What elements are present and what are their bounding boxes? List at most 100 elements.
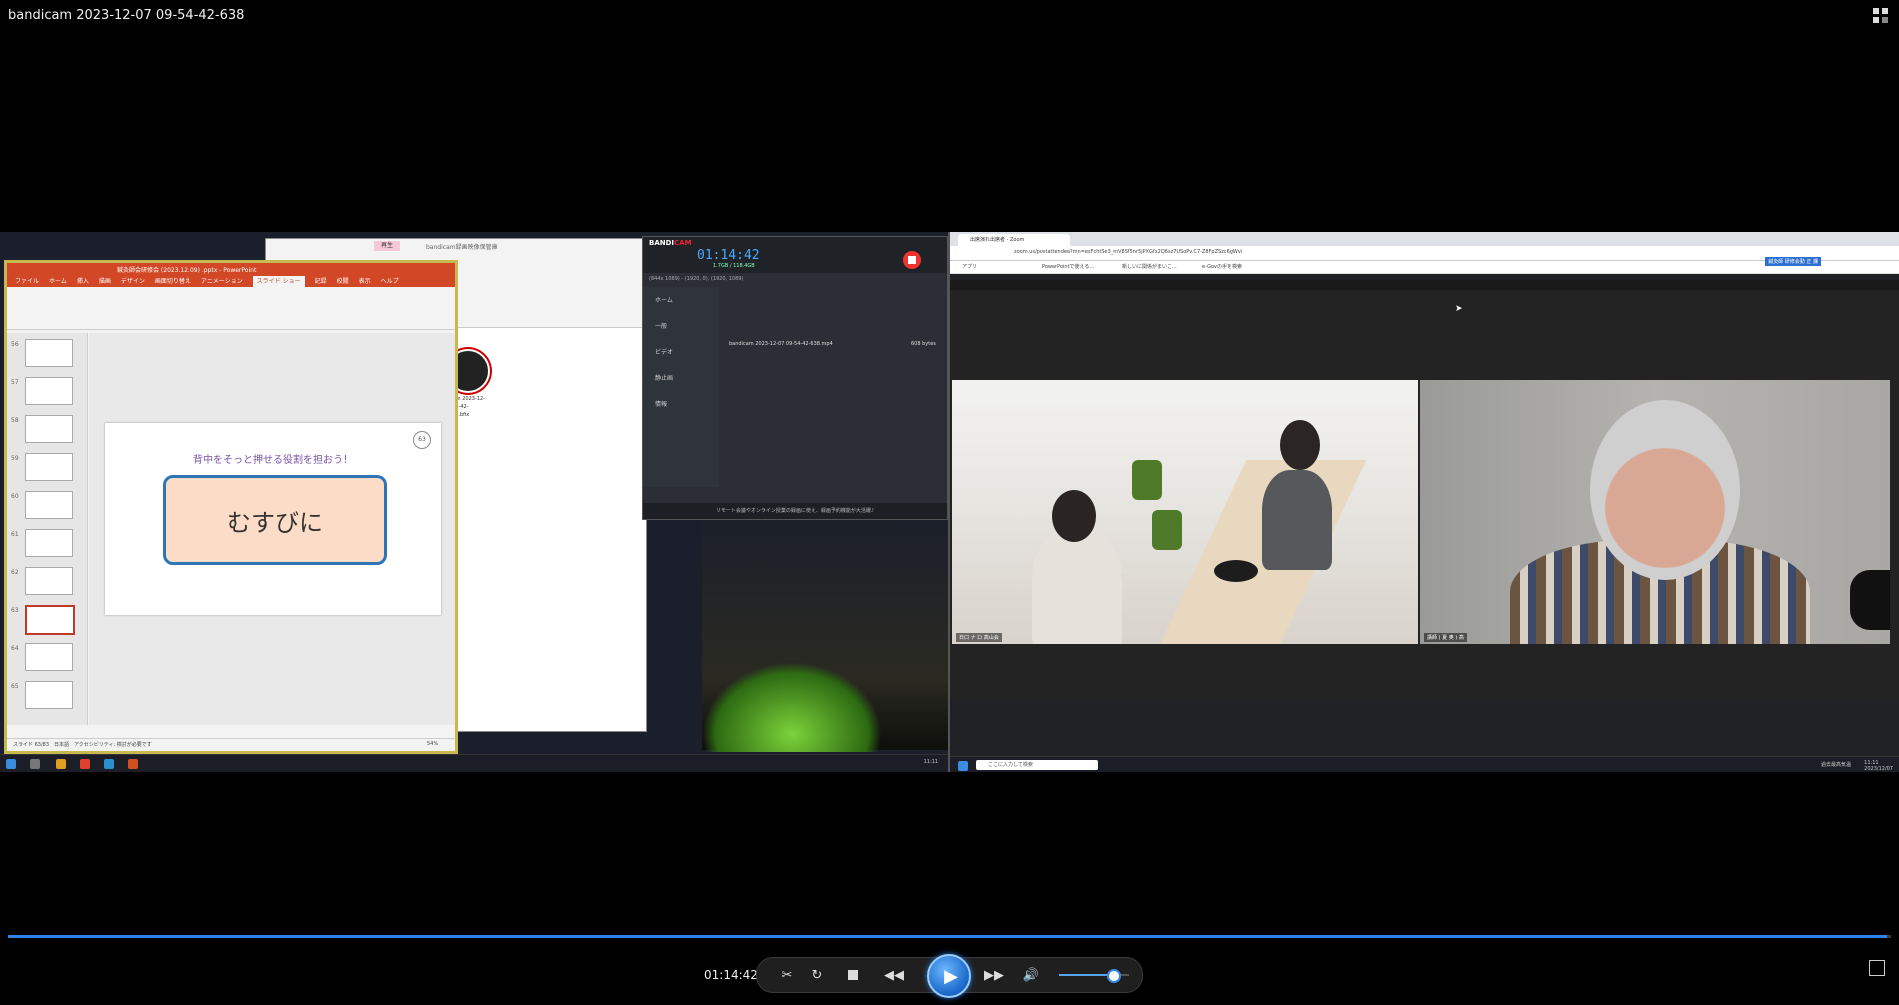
ppt-title: 鍼灸師会研修会 (2023.12.09) .pptx - PowerPoint [117, 267, 257, 274]
taskbar-clock: 11:11 2023/12/07 [1864, 760, 1893, 772]
ppt-tab: デザイン [120, 278, 145, 285]
chair [1152, 510, 1182, 550]
speakerphone [1214, 560, 1258, 582]
repeat-icon: ↻ [811, 967, 823, 983]
slide-thumbnails: 56 57 58 59 60 61 62 63 64 65 [7, 333, 88, 725]
thumb-number: 59 [11, 455, 19, 462]
taskbar-search-icon [30, 759, 40, 769]
explorer-title: bandicam録画映像保管庫 [426, 244, 498, 251]
ppt-ribbon-tabs: ファイル ホーム 挿入 描画 デザイン 画面切り替え アニメーション スライド ショー 記録 校閲… [7, 276, 455, 287]
bookmark-item: e-Govの手を検索 [1202, 264, 1242, 270]
volume-slider-fill [1059, 974, 1112, 976]
person-left-head [1052, 490, 1096, 542]
thumb-number: 58 [11, 417, 19, 424]
repeat-button[interactable]: ↻ [807, 965, 827, 985]
ppt-tab: 挿入 [76, 278, 89, 285]
recording-badge: 鍼灸師 研修会勤 正 課 [1765, 257, 1821, 266]
slide-area: 63 背中をそっと押せる役割を担おう！ むすびに [89, 333, 455, 725]
video-tile-room: 日口 ナ ロ 高山会 [952, 380, 1418, 644]
slide-thumbnail [25, 415, 73, 443]
slide-main-text: むすびに [163, 475, 387, 565]
bookmark-item: 新しいに関係がまいこ... [1122, 264, 1177, 270]
bandicam-resolution: (844x 1089) - (1920, 0), (1920, 1089) [649, 276, 744, 282]
video-frame[interactable]: 再生 bandicam録画映像保管庫 bandicam 2023-12-07 0… [0, 232, 1899, 772]
bandicam-logo-b: CAM [674, 239, 692, 247]
restore-window-icon[interactable] [1873, 8, 1889, 24]
mouse-cursor-icon: ➤ [1455, 304, 1463, 314]
bookmark-item: アプリ [962, 264, 978, 270]
rewind-button[interactable]: ◀◀ [879, 965, 909, 985]
play-icon: ▶ [944, 965, 958, 987]
powerpoint-window: 鍼灸師会研修会 (2023.12.09) .pptx - PowerPoint … [4, 260, 458, 754]
slide-thumbnail [25, 529, 73, 557]
taskbar-ppt-icon [128, 759, 138, 769]
left-monitor: 再生 bandicam録画映像保管庫 bandicam 2023-12-07 0… [0, 232, 948, 772]
ppt-tab: スライド ショー [252, 276, 305, 287]
current-slide: 63 背中をそっと押せる役割を担おう！ むすびに [105, 423, 441, 615]
fullscreen-icon[interactable] [1869, 960, 1885, 976]
bandicam-sidebar: ホーム 一般 ビデオ 静止画 情報 [643, 287, 719, 487]
slide-thumbnail [25, 377, 73, 405]
ppt-tab: 画面切り替え [154, 278, 191, 285]
video-tile-speaker: 講師 ( 夏 奥 ) 高 [1420, 380, 1890, 644]
bandicam-file-size: 608 bytes [911, 341, 936, 347]
slide-heading: 背中をそっと押せる役割を担おう！ [193, 455, 353, 466]
stop-button[interactable] [843, 965, 863, 985]
ppt-tab: ホーム [49, 278, 67, 285]
tent-image [702, 662, 882, 752]
video2-label: 講師 ( 夏 奥 ) 高 [1424, 633, 1467, 642]
volume-button[interactable]: 🔊 [1021, 965, 1041, 985]
browser-tab: 出席演れ出席者 - Zoom [958, 234, 1070, 246]
ppt-titlebar: 鍼灸師会研修会 (2023.12.09) .pptx - PowerPoint [7, 263, 455, 276]
slide-thumbnail [25, 681, 73, 709]
video1-label: 日口 ナ ロ 高山会 [956, 633, 1002, 642]
taskbar-skype-icon [104, 759, 114, 769]
taskbar-search-field: ここに入力して検索 [976, 760, 1098, 770]
taskbar-chrome-icon [80, 759, 90, 769]
screen-capture-button[interactable]: ✂ [777, 965, 797, 985]
left-taskbar: 11:11 [0, 754, 948, 772]
ppt-tab: 記録 [314, 278, 327, 285]
seek-bar[interactable] [8, 935, 1891, 938]
stop-icon [848, 970, 858, 980]
ppt-zoom-level: 54% [427, 741, 439, 747]
slide-thumbnail [25, 339, 73, 367]
microphone [1850, 570, 1890, 630]
taskbar-folder-icon [56, 759, 66, 769]
browser-window: 出席演れ出席者 - Zoom zoom.us/postattendee?mn=e… [948, 232, 1899, 772]
windows-start-icon [6, 759, 16, 769]
bandicam-side-item: 情報 [655, 401, 668, 408]
thumb-number: 61 [11, 531, 19, 538]
rewind-icon: ◀◀ [884, 967, 904, 983]
ppt-tab: 描画 [98, 278, 111, 285]
slide-number-badge: 63 [413, 431, 431, 449]
playback-controls: ✂ ↻ ◀◀ ▶ ▶▶ 🔊 [756, 954, 1143, 998]
record-stop-icon [903, 251, 921, 269]
thumb-number: 57 [11, 379, 19, 386]
night-wallpaper [702, 512, 948, 752]
bandicam-logo: BANDICAM [649, 239, 692, 247]
ppt-tab: ファイル [15, 278, 40, 285]
zoom-toolbar [950, 280, 1899, 290]
right-taskbar: ここに入力して検索 過去最高気温 11:11 2023/12/07 [950, 756, 1899, 772]
volume-slider-knob[interactable] [1106, 969, 1121, 983]
bandicam-side-item: ホーム [655, 297, 673, 304]
slide-thumbnail [25, 605, 75, 635]
bookmark-item: PowerPointで使える... [1042, 264, 1095, 270]
ppt-tab: ヘルプ [380, 278, 399, 285]
person-right [1262, 470, 1332, 570]
speaker-head [1590, 400, 1740, 580]
file-title: bandicam 2023-12-07 09-54-42-638 [8, 8, 245, 23]
thumb-number: 64 [11, 645, 19, 652]
fast-forward-button[interactable]: ▶▶ [979, 965, 1009, 985]
volume-icon: 🔊 [1022, 967, 1040, 983]
bandicam-header: BANDICAM 01:14:42 1.7GB / 118.4GB [643, 237, 947, 273]
bandicam-side-item: 一般 [655, 323, 668, 330]
explorer-play-tab: 再生 [374, 241, 400, 251]
bandicam-timer: 01:14:42 [697, 248, 760, 263]
weather-text: 過去最高気温 [1820, 762, 1851, 768]
thumb-number: 63 [11, 607, 19, 614]
play-button[interactable]: ▶ [927, 954, 971, 998]
ppt-tab: アニメーション [200, 278, 243, 285]
bandicam-logo-a: BANDI [649, 239, 675, 247]
